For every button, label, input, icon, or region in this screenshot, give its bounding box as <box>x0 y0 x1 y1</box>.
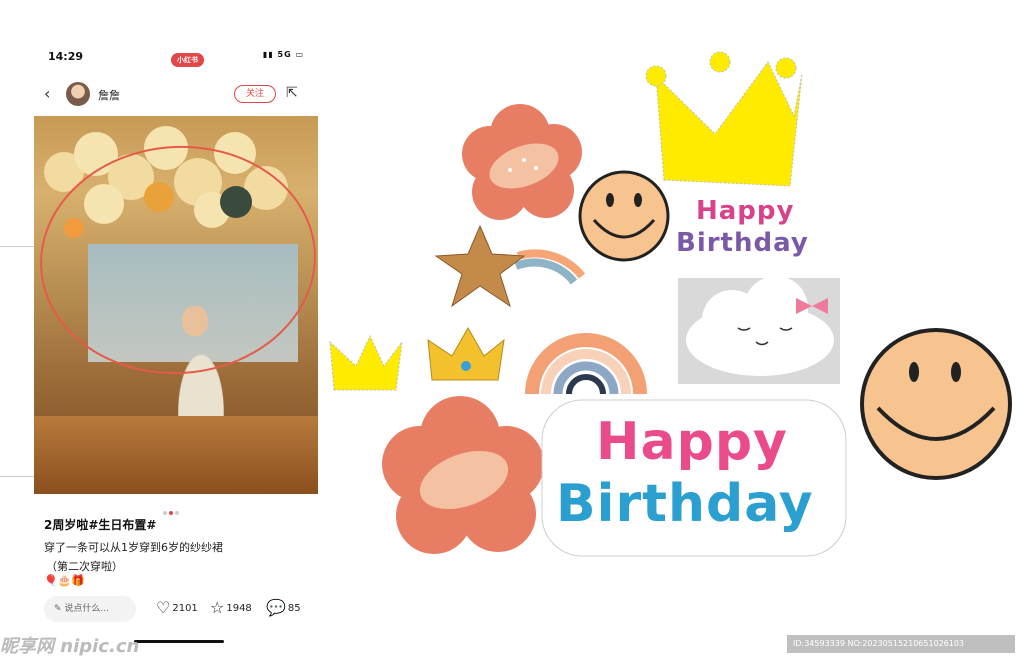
cloud-icon <box>678 276 840 384</box>
comment-input[interactable]: ✎ 说点什么... <box>44 596 136 622</box>
like-button[interactable]: ♡ 2101 <box>156 598 198 618</box>
flower-icon <box>462 104 582 220</box>
star-rainbow-icon <box>434 224 586 308</box>
collect-button[interactable]: ☆ 1948 <box>210 598 252 618</box>
post-emojis: 🎈🎂🎁 <box>44 574 86 587</box>
image-id-bar: ID:34593339 NO:20230515210651026103 <box>787 635 1015 653</box>
heart-icon: ♡ <box>156 598 171 617</box>
sticker-happy-small: Happy <box>696 196 795 226</box>
big-flower-icon <box>382 396 544 554</box>
back-icon[interactable]: ‹ <box>44 84 50 103</box>
post-body-line2: （第二次穿啦） <box>46 560 123 573</box>
comment-button[interactable]: 💬 85 <box>266 598 301 618</box>
comment-placeholder: 说点什么... <box>64 604 109 614</box>
watermark: 昵享网 nipic.cn <box>0 636 140 657</box>
status-time: 14:29 <box>48 50 84 63</box>
small-crown-icon <box>329 334 403 391</box>
crown-icon <box>645 51 803 187</box>
avatar[interactable] <box>66 82 90 106</box>
sticker-birthday-big: Birthday <box>556 474 814 534</box>
sticker-canvas <box>329 51 1012 557</box>
like-count: 2101 <box>172 603 198 614</box>
phone-screenshot: 14:29 小红书 ▮▮ 5G ▭ ‹ 詹詹 关注 ⇱ 2周岁啦#生日布置# 穿… <box>34 40 318 643</box>
share-icon[interactable]: ⇱ <box>286 85 298 101</box>
post-body-line1: 穿了一条可以从1岁穿到6岁的纱纱裙 <box>44 541 223 554</box>
follow-button[interactable]: 关注 <box>234 85 276 103</box>
gold-crown-icon <box>427 326 505 381</box>
home-indicator <box>134 640 224 643</box>
chat-bubble-icon: 💬 <box>266 598 286 617</box>
smiley-face-icon <box>578 170 670 262</box>
divider-line <box>0 246 34 247</box>
sticker-birthday-small: Birthday <box>676 228 809 258</box>
pager-dots <box>162 500 192 515</box>
divider-line <box>0 476 34 477</box>
rainbow-icon <box>525 333 647 395</box>
signal-indicator: ▮▮ 5G ▭ <box>262 50 304 59</box>
post-title: 2周岁啦#生日布置# <box>44 518 157 532</box>
app-badge: 小红书 <box>171 53 204 67</box>
floor <box>34 416 318 494</box>
comment-count: 85 <box>287 603 301 614</box>
sticker-happy-big: Happy <box>596 412 788 472</box>
status-bar: 14:29 小红书 ▮▮ 5G ▭ <box>48 50 304 67</box>
star-icon: ☆ <box>210 598 225 617</box>
big-smiley-face-icon <box>860 328 1012 480</box>
collect-count: 1948 <box>226 603 252 614</box>
post-photo[interactable] <box>34 116 318 494</box>
author-name[interactable]: 詹詹 <box>98 87 120 103</box>
network-label: 5G <box>277 50 292 59</box>
